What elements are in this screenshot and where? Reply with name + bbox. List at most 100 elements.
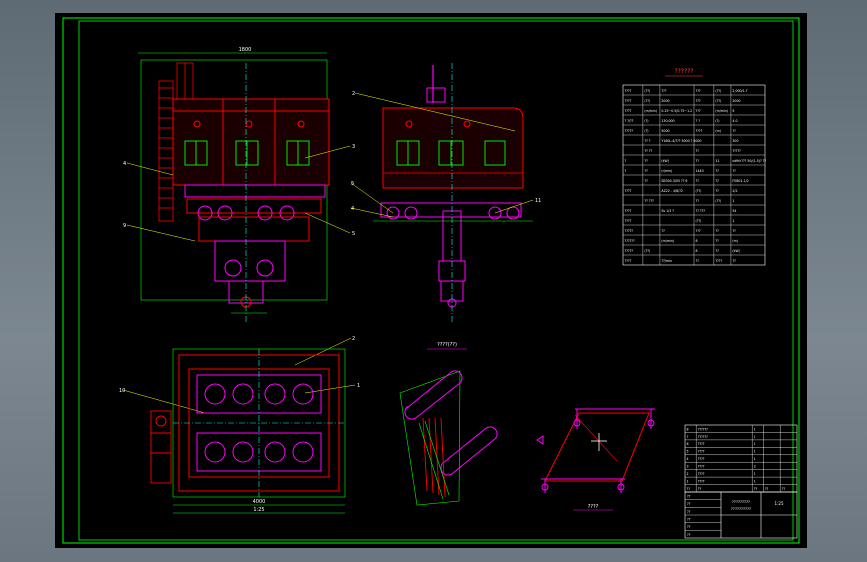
front-view: 1800: [138, 47, 330, 323]
svg-text:5: 5: [351, 181, 354, 187]
spec-cell: ??: [732, 129, 736, 133]
spec-cell: sdfhh??? 50/(1.5)? ??: [732, 159, 766, 163]
spec-cell: ? ?/??: [625, 119, 634, 123]
spec-cell: AZ22 - 4/8/?2: [661, 189, 683, 193]
spec-cell: ???: [696, 99, 701, 103]
svg-text:3: 3: [352, 144, 355, 150]
title-block-subtitle: ??????????: [731, 506, 751, 511]
spec-cell: 54: [732, 209, 736, 213]
spec-cell: ????: [696, 129, 703, 133]
spec-cell: 2/2: [732, 189, 737, 193]
spec-cell: 5000: [661, 129, 669, 133]
spec-cell: ??: [661, 229, 665, 233]
spec-cell: SB300-3/05 ?? 6: [661, 179, 687, 183]
spec-cell: ??: [715, 189, 719, 193]
spec-cell: ???: [696, 229, 701, 233]
parts-cell: 1: [754, 479, 756, 483]
parts-cell: 6: [687, 442, 689, 446]
spec-cell: (kW): [732, 249, 740, 253]
parts-cell: ??????: [698, 435, 708, 439]
spec-cell: ??????: [625, 239, 635, 243]
spec-cell: 300: [732, 139, 738, 143]
title-block-cell: ??: [687, 525, 691, 529]
parts-cell: 3: [687, 465, 689, 469]
spec-cell: ??: [715, 229, 719, 233]
spec-cell: ?? ???: [644, 199, 654, 203]
side-carriage: [380, 202, 522, 308]
parts-cell: ????: [698, 457, 705, 461]
spec-cell: FSB01-1/2: [732, 179, 748, 183]
spec-cell: ??: [644, 169, 648, 173]
spec-cell: ??: [644, 159, 648, 163]
spec-cell: (m): [715, 129, 721, 133]
parts-cell: 8: [687, 427, 689, 431]
spec-cell: (??): [644, 89, 650, 93]
spec-cell: 8: [696, 249, 698, 253]
spec-cell: ??/min: [661, 259, 671, 263]
parts-cell: ????: [698, 450, 705, 454]
spec-cell: 1440: [696, 169, 704, 173]
spec-cell: (?): [644, 129, 648, 133]
side-view: [373, 63, 533, 323]
title-block-cell: ??: [687, 510, 691, 514]
parts-cell: 2: [687, 472, 689, 476]
spec-cell: ?? ?: [644, 139, 650, 143]
spec-cell: (??): [696, 189, 702, 193]
spec-cell: ?????: [625, 129, 634, 133]
spec-cell: ??: [732, 169, 736, 173]
spec-cell: ??: [715, 169, 719, 173]
title-block-cell: ??: [687, 502, 691, 506]
detail-view-a-label: ????(??): [437, 342, 457, 348]
spec-cell: 11: [715, 159, 719, 163]
spec-cell: Y160L-4/??? 5000 ? 5000: [661, 139, 701, 143]
spec-cell: ?: [625, 169, 627, 173]
spec-cell: ?? ???: [696, 209, 706, 213]
front-view-width-dim: 1800: [239, 47, 252, 53]
svg-text:5: 5: [352, 231, 355, 237]
detail-view-a: ????(??): [399, 342, 498, 506]
spec-cell: ??: [696, 259, 700, 263]
spec-cell: (??): [715, 199, 721, 203]
spec-cell: ?????: [625, 249, 634, 253]
spec-cell: ??: [732, 229, 736, 233]
spec-cell: (m): [732, 239, 738, 243]
spec-cell: ????: [625, 209, 632, 213]
svg-text:4: 4: [351, 206, 354, 212]
parts-cell: 2: [754, 465, 756, 469]
cad-viewer-window: 1800 4 9 3 5 2 5 4 11 2 10 1 4000 1:25 ?…: [0, 0, 867, 562]
parts-cell: ????: [698, 465, 705, 469]
title-block-cell: ??: [687, 495, 691, 499]
parts-cell: 5: [687, 450, 689, 454]
title-block-title: ?????????: [732, 499, 750, 504]
title-block: ????????? ?????????? 1:25 ????????????: [684, 491, 798, 539]
spec-cell: (?): [715, 119, 719, 123]
spec-cell: 8: [696, 239, 698, 243]
svg-text:1: 1: [357, 383, 360, 389]
parts-cell: ??: [698, 487, 702, 491]
spec-cell: 4.0: [732, 119, 737, 123]
cad-drawing[interactable]: 1800 4 9 3 5 2 5 4 11 2 10 1 4000 1:25 ?…: [55, 13, 807, 548]
spec-cell: Ss 1/3 ?: [661, 209, 674, 213]
spec-cell: ??: [715, 239, 719, 243]
svg-text:2: 2: [352, 336, 355, 342]
spec-cell: (m/min): [661, 239, 674, 243]
spec-cell: 9: [732, 109, 734, 113]
front-carriage: [184, 184, 326, 308]
spec-cell: ??: [732, 259, 736, 263]
title-block-cell: ??: [687, 533, 691, 537]
parts-cell: ??????: [698, 427, 708, 431]
parts-cell: 1: [754, 450, 756, 454]
plan-view: 4000 1:25: [150, 348, 346, 514]
detail-view-b-label: ????: [588, 504, 599, 510]
spec-cell: ????: [625, 109, 632, 113]
spec-cell: ? ?: [696, 119, 701, 123]
parts-cell: 1: [687, 479, 689, 483]
spec-table-title: ??????: [674, 68, 693, 75]
spec-cell: 130,000: [661, 119, 674, 123]
spec-cell: ?? ??: [644, 149, 652, 153]
spec-cell: ??: [696, 199, 700, 203]
spec-cell: ??: [644, 179, 648, 183]
parts-cell: ??: [754, 487, 758, 491]
spec-cell: ??: [696, 149, 700, 153]
parts-cell: 1: [754, 472, 756, 476]
